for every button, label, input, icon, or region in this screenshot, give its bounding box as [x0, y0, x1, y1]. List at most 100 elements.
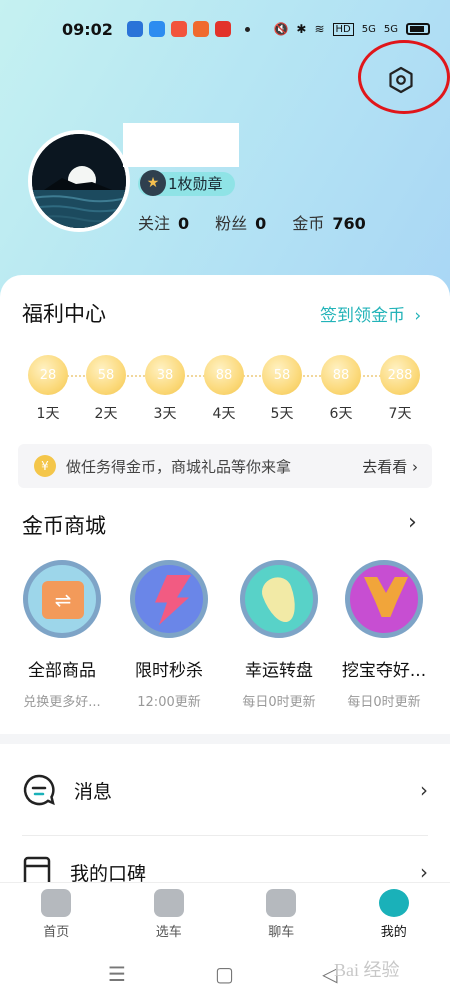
- stat-coins-label: 金币: [292, 214, 325, 233]
- news-notification-icon: [214, 21, 231, 37]
- treasure-claw-icon: [345, 560, 423, 638]
- stat-coins[interactable]: 金币 760: [292, 210, 365, 234]
- flash-sale-lightning-icon: [130, 560, 208, 638]
- mall-title: 金币商城: [22, 514, 106, 538]
- stat-followers-value: 0: [255, 214, 267, 233]
- day-label-7: 7天: [388, 406, 412, 422]
- tab-home-label: 首页: [43, 925, 70, 940]
- chevron-right-icon: ›: [414, 306, 422, 326]
- mall-item-sub: 每日0时更新: [242, 695, 316, 710]
- menu-messages-label: 消息: [74, 780, 113, 803]
- wifi-icon: ≋: [314, 22, 325, 36]
- home-square-icon[interactable]: ▢: [215, 962, 234, 986]
- chevron-right-icon: ›: [420, 860, 428, 884]
- coin-day-7: 288: [380, 355, 420, 395]
- stat-coins-value: 760: [332, 214, 366, 233]
- more-notifications-dot-icon: [244, 26, 250, 32]
- mall-item-all-goods[interactable]: ⇌ 全部商品 兑换更多好...: [6, 560, 118, 710]
- menu-lines-icon[interactable]: ☰: [108, 962, 126, 986]
- stat-following-value: 0: [178, 214, 190, 233]
- app-notification-icon: [126, 21, 143, 37]
- mall-item-lucky-wheel[interactable]: 幸运转盘 每日0时更新: [223, 560, 335, 710]
- menu-divider: [22, 835, 428, 836]
- signal-2-label: 5G: [383, 23, 398, 35]
- profile-icon: [378, 889, 409, 917]
- task-link[interactable]: 去看看 ›: [362, 456, 418, 477]
- chat-icon: [266, 889, 297, 917]
- mall-more-chevron-icon[interactable]: ›: [408, 510, 417, 535]
- menu-messages[interactable]: 消息 ›: [0, 760, 450, 820]
- avatar-moon-sea-image: [32, 134, 126, 228]
- profile-stats: 关注 0 粉丝 0 金币 760: [138, 210, 392, 234]
- stat-followers[interactable]: 粉丝 0: [215, 210, 266, 234]
- watermark: Bai 经验: [334, 960, 400, 980]
- chevron-right-icon: ›: [420, 778, 428, 802]
- tab-chat-car-label: 聊车: [268, 925, 295, 940]
- day-label-1: 1天: [36, 406, 60, 422]
- status-time: 09:02: [62, 19, 113, 39]
- task-text: 做任务得金币，商城礼品等你来拿: [66, 457, 292, 476]
- mall-item-name: 限时秒杀: [135, 661, 203, 681]
- hd-label: HD: [332, 22, 354, 36]
- medal-label: 1枚勋章: [168, 175, 223, 193]
- coin-day-3: 38: [145, 355, 185, 395]
- mall-item-treasure-dig[interactable]: 挖宝夺好... 每日0时更新: [328, 560, 440, 710]
- mall-item-sub: 12:00更新: [137, 695, 201, 710]
- stat-following-label: 关注: [138, 214, 171, 233]
- tab-mine-label: 我的: [380, 925, 407, 940]
- coin-day-6: 88: [321, 355, 361, 395]
- bluetooth-icon: ✱: [296, 22, 307, 36]
- mall-item-flash-sale[interactable]: 限时秒杀 12:00更新: [113, 560, 225, 710]
- tab-home[interactable]: 首页: [0, 883, 113, 946]
- avatar[interactable]: [28, 130, 130, 232]
- signin-link-label: 签到领金币: [320, 306, 405, 326]
- coin-day-2: 58: [86, 355, 126, 395]
- username-hidden-area: [123, 123, 239, 167]
- task-link-label: 去看看: [362, 457, 408, 476]
- baidu-notification-icon: [148, 21, 165, 37]
- chevron-right-icon: ›: [412, 457, 418, 476]
- shopping-notification-icon: [170, 21, 187, 37]
- welfare-title: 福利中心: [22, 302, 106, 326]
- tab-mine[interactable]: 我的: [338, 883, 450, 946]
- signin-link[interactable]: 签到领金币 ›: [320, 301, 421, 326]
- battery-icon: [406, 23, 430, 35]
- checkin-days: 28 1天 58 2天 38 3天 88 4天 58 5天 88 6天 288 …: [28, 355, 424, 425]
- day-label-5: 5天: [270, 406, 294, 422]
- mall-item-sub: 兑换更多好...: [23, 695, 101, 710]
- day-label-6: 6天: [329, 406, 353, 422]
- mall-item-sub: 每日0时更新: [347, 695, 421, 710]
- tab-select-car[interactable]: 选车: [113, 883, 226, 946]
- message-bubble-icon: [23, 774, 55, 806]
- day-label-2: 2天: [94, 406, 118, 422]
- mall-item-name: 幸运转盘: [245, 661, 313, 681]
- settings-button[interactable]: [385, 64, 417, 96]
- section-gap: [0, 734, 450, 744]
- day-label-3: 3天: [153, 406, 177, 422]
- medal-badge[interactable]: ★ 1枚勋章: [138, 170, 235, 196]
- all-goods-box-icon: ⇌: [23, 560, 101, 638]
- lucky-wheel-icon: [240, 560, 318, 638]
- stat-following[interactable]: 关注 0: [138, 210, 189, 234]
- medal-icon: ★: [140, 170, 166, 196]
- coin-day-4: 88: [204, 355, 244, 395]
- day-label-4: 4天: [212, 406, 236, 422]
- mall-item-name: 挖宝夺好...: [341, 661, 427, 681]
- mall-items: ⇌ 全部商品 兑换更多好... 限时秒杀 12:00更新 幸运转盘 每日0时更新…: [0, 560, 450, 720]
- tab-select-car-label: 选车: [155, 925, 182, 940]
- status-indicators: 🔇 ✱ ≋ HD 5G 5G: [273, 22, 430, 36]
- mute-icon: 🔇: [273, 22, 289, 36]
- tab-chat-car[interactable]: 聊车: [225, 883, 338, 946]
- signal-1-label: 5G: [361, 23, 376, 35]
- video-notification-icon: [192, 21, 209, 37]
- bottom-tab-bar: 首页 选车 聊车 我的: [0, 882, 450, 946]
- coin-icon: ¥: [34, 455, 56, 477]
- home-icon: [41, 889, 72, 917]
- settings-hexagon-icon: [389, 66, 413, 94]
- mall-item-name: 全部商品: [28, 661, 96, 681]
- task-banner[interactable]: ¥ 做任务得金币，商城礼品等你来拿 去看看 ›: [18, 444, 432, 488]
- car-icon: [153, 889, 184, 917]
- stat-followers-label: 粉丝: [215, 214, 248, 233]
- coin-day-1: 28: [28, 355, 68, 395]
- coin-day-5: 58: [262, 355, 302, 395]
